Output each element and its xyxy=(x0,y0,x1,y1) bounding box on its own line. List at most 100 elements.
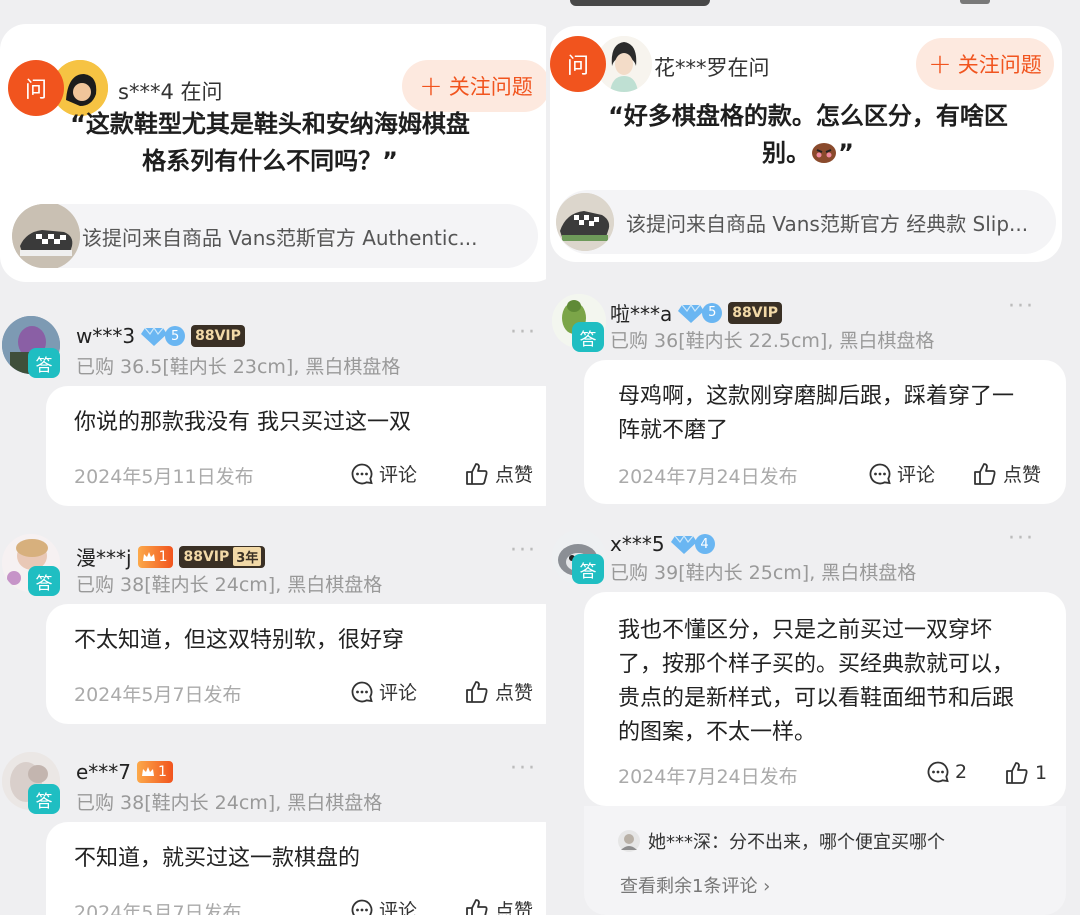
like-button[interactable]: 点赞 xyxy=(972,460,1041,487)
question-text: “这款鞋型尤其是鞋头和安纳海姆棋盘 格系列有什么不同吗？” xyxy=(20,106,520,180)
answerer-info: x***5 4 xyxy=(610,532,715,556)
comment-button[interactable]: 评论 xyxy=(350,460,417,487)
answer-badge: 答 xyxy=(28,566,60,596)
like-label: 点赞 xyxy=(495,682,534,704)
question-line-1: “好多棋盘格的款。怎么区分，有啥区 xyxy=(608,102,1008,130)
answer-text: 不知道，就买过这一款棋盘的 xyxy=(74,846,361,871)
like-button[interactable]: 点赞 xyxy=(464,678,533,705)
follow-label: 关注问题 xyxy=(448,75,533,99)
comment-label: 评论 xyxy=(897,464,936,486)
answer-bubble: 你说的那款我没有 我只买过这一双 2024年5月11日发布 评论 点赞 xyxy=(46,386,546,506)
question-source-link[interactable]: 该提问来自商品 Vans范斯官方 Authentic... xyxy=(12,204,538,268)
view-more-comments-link[interactable]: 查看剩余1条评论 › xyxy=(620,872,770,898)
answerer-name: 啦***a xyxy=(610,302,673,326)
vip-badge: 88VIP 3年 xyxy=(179,545,266,568)
answer-date: 2024年5月11日发布 xyxy=(74,466,254,488)
crown-icon xyxy=(142,767,155,776)
diamond-level: 5 xyxy=(702,302,723,323)
answer-badge: 答 xyxy=(572,322,604,352)
like-label: 点赞 xyxy=(495,900,534,915)
answer-item: 答 w***3 5 88VIP 已购 36.5[鞋内长 23cm], 黑白棋盘格… xyxy=(2,316,546,506)
comment-icon xyxy=(351,899,373,915)
answer-item: 答 漫***j 1 88VIP 3年 已购 38[鞋内长 24cm], 黑白棋盘格… xyxy=(2,534,546,724)
answerer-info: 漫***j 1 88VIP 3年 xyxy=(76,542,266,571)
comment-button[interactable]: 评论 xyxy=(350,678,417,705)
sub-comment-text: 她***深：分不出来，哪个便宜买哪个 xyxy=(648,832,945,853)
diamond-icon xyxy=(141,326,168,346)
vip-years: 3年 xyxy=(233,547,262,566)
question-badge: 问 xyxy=(550,36,606,92)
checkered-shoe-image xyxy=(556,193,614,251)
question-source-link[interactable]: 该提问来自商品 Vans范斯官方 经典款 Slip... xyxy=(556,190,1056,254)
asker-name: s***4 在问 xyxy=(118,80,223,104)
answer-line-1: 母鸡啊，这款刚穿磨脚后跟，踩着穿了一 xyxy=(618,384,1015,409)
comment-icon xyxy=(927,761,949,783)
answer-bubble: 母鸡啊，这款刚穿磨脚后跟，踩着穿了一 阵就不磨了 2024年7月24日发布 评论… xyxy=(584,360,1066,504)
more-icon[interactable]: ··· xyxy=(510,756,537,781)
purchase-meta: 已购 38[鞋内长 24cm], 黑白棋盘格 xyxy=(76,792,383,814)
answer-date: 2024年5月7日发布 xyxy=(74,684,242,706)
comment-button[interactable]: 评论 xyxy=(350,896,417,915)
purchase-meta: 已购 36.5[鞋内长 23cm], 黑白棋盘格 xyxy=(76,356,401,378)
diamond-level: 4 xyxy=(694,534,715,554)
answerer-info: e***7 1 xyxy=(76,760,173,784)
thumbs-up-icon xyxy=(974,462,996,485)
question-card: 问 花***罗在问 + 关注问题 “好多棋盘格的款。怎么区分，有啥区 别。 ” 该… xyxy=(550,26,1062,262)
diamond-icon xyxy=(670,534,697,554)
product-thumbnail xyxy=(12,204,80,268)
diamond-icon xyxy=(678,303,705,323)
comment-label: 评论 xyxy=(379,464,418,486)
asker-name: 花***罗在问 xyxy=(654,56,770,80)
thumbs-up-icon xyxy=(466,680,488,703)
angry-emoji-icon xyxy=(812,143,837,163)
like-button[interactable]: 点赞 xyxy=(464,896,533,915)
crown-icon xyxy=(142,551,155,561)
answer-text: 你说的那款我没有 我只买过这一双 xyxy=(74,410,411,435)
answer-bubble: 不知道，就买过这一款棋盘的 2024年5月7日发布 评论 点赞 xyxy=(46,822,546,915)
answer-line-3: 贵点的是新样式，可以看鞋面细节和后跟 xyxy=(618,686,1015,711)
like-button[interactable]: 点赞 xyxy=(464,460,533,487)
question-line-2-end: ” xyxy=(838,139,854,167)
comment-button[interactable]: 评论 xyxy=(868,460,935,487)
right-qa-panel: 问 花***罗在问 + 关注问题 “好多棋盘格的款。怎么区分，有啥区 别。 ” 该… xyxy=(546,0,1080,915)
answer-badge: 答 xyxy=(28,348,60,378)
answer-text: 我也不懂区分，只是之前买过一双穿坏 了，按那个样子买的。买经典款就可以， 贵点的… xyxy=(618,614,1014,750)
answer-line-1: 我也不懂区分，只是之前买过一双穿坏 xyxy=(618,618,993,643)
crown-badge: 1 xyxy=(137,761,173,783)
comment-icon xyxy=(351,463,373,484)
answer-item: 答 x***5 4 已购 39[鞋内长 25cm], 黑白棋盘格 ··· 我也不… xyxy=(552,526,1072,915)
vip-badge: 88VIP xyxy=(728,301,783,324)
sub-comment[interactable]: 她***深：分不出来，哪个便宜买哪个 xyxy=(618,828,945,854)
like-button[interactable]: 1 xyxy=(1004,760,1047,786)
question-line-2: 别。 ” xyxy=(560,135,1056,172)
more-icon[interactable]: ··· xyxy=(510,320,537,345)
comment-count: 2 xyxy=(955,761,968,783)
answer-badge: 答 xyxy=(572,554,604,584)
like-count: 1 xyxy=(1035,762,1048,784)
follow-question-button[interactable]: + 关注问题 xyxy=(402,60,546,112)
plus-icon: + xyxy=(928,47,952,80)
answer-bubble: 我也不懂区分，只是之前买过一双穿坏 了，按那个样子买的。买经典款就可以， 贵点的… xyxy=(584,592,1066,806)
answerer-info: 啦***a 5 88VIP xyxy=(610,298,783,327)
diamond-level: 5 xyxy=(165,326,186,346)
sub-comments: 她***深：分不出来，哪个便宜买哪个 查看剩余1条评论 › xyxy=(584,806,1066,915)
comment-button[interactable]: 2 xyxy=(926,760,967,784)
more-icon[interactable]: ··· xyxy=(510,538,537,563)
comment-icon xyxy=(351,681,373,702)
follow-label: 关注问题 xyxy=(957,53,1042,77)
question-text: “好多棋盘格的款。怎么区分，有啥区 别。 ” xyxy=(560,98,1056,172)
more-icon[interactable]: ··· xyxy=(1008,526,1035,551)
comment-icon xyxy=(869,463,891,484)
answer-text: 不太知道，但这双特别软，很好穿 xyxy=(74,628,405,653)
answer-line-4: 的图案，不太一样。 xyxy=(618,720,817,745)
comment-label: 评论 xyxy=(379,900,418,915)
answer-item: 答 啦***a 5 88VIP 已购 36[鞋内长 22.5cm], 黑白棋盘格… xyxy=(552,294,1072,504)
answerer-name: 漫***j xyxy=(76,546,132,570)
answer-date: 2024年5月7日发布 xyxy=(74,902,242,915)
answerer-name: x***5 xyxy=(610,532,665,556)
follow-question-button[interactable]: + 关注问题 xyxy=(916,38,1054,90)
question-line-2-text: 别。 xyxy=(762,139,811,167)
question-badge: 问 xyxy=(8,60,64,116)
more-icon[interactable]: ··· xyxy=(1008,294,1035,319)
purchase-meta: 已购 38[鞋内长 24cm], 黑白棋盘格 xyxy=(76,574,383,596)
